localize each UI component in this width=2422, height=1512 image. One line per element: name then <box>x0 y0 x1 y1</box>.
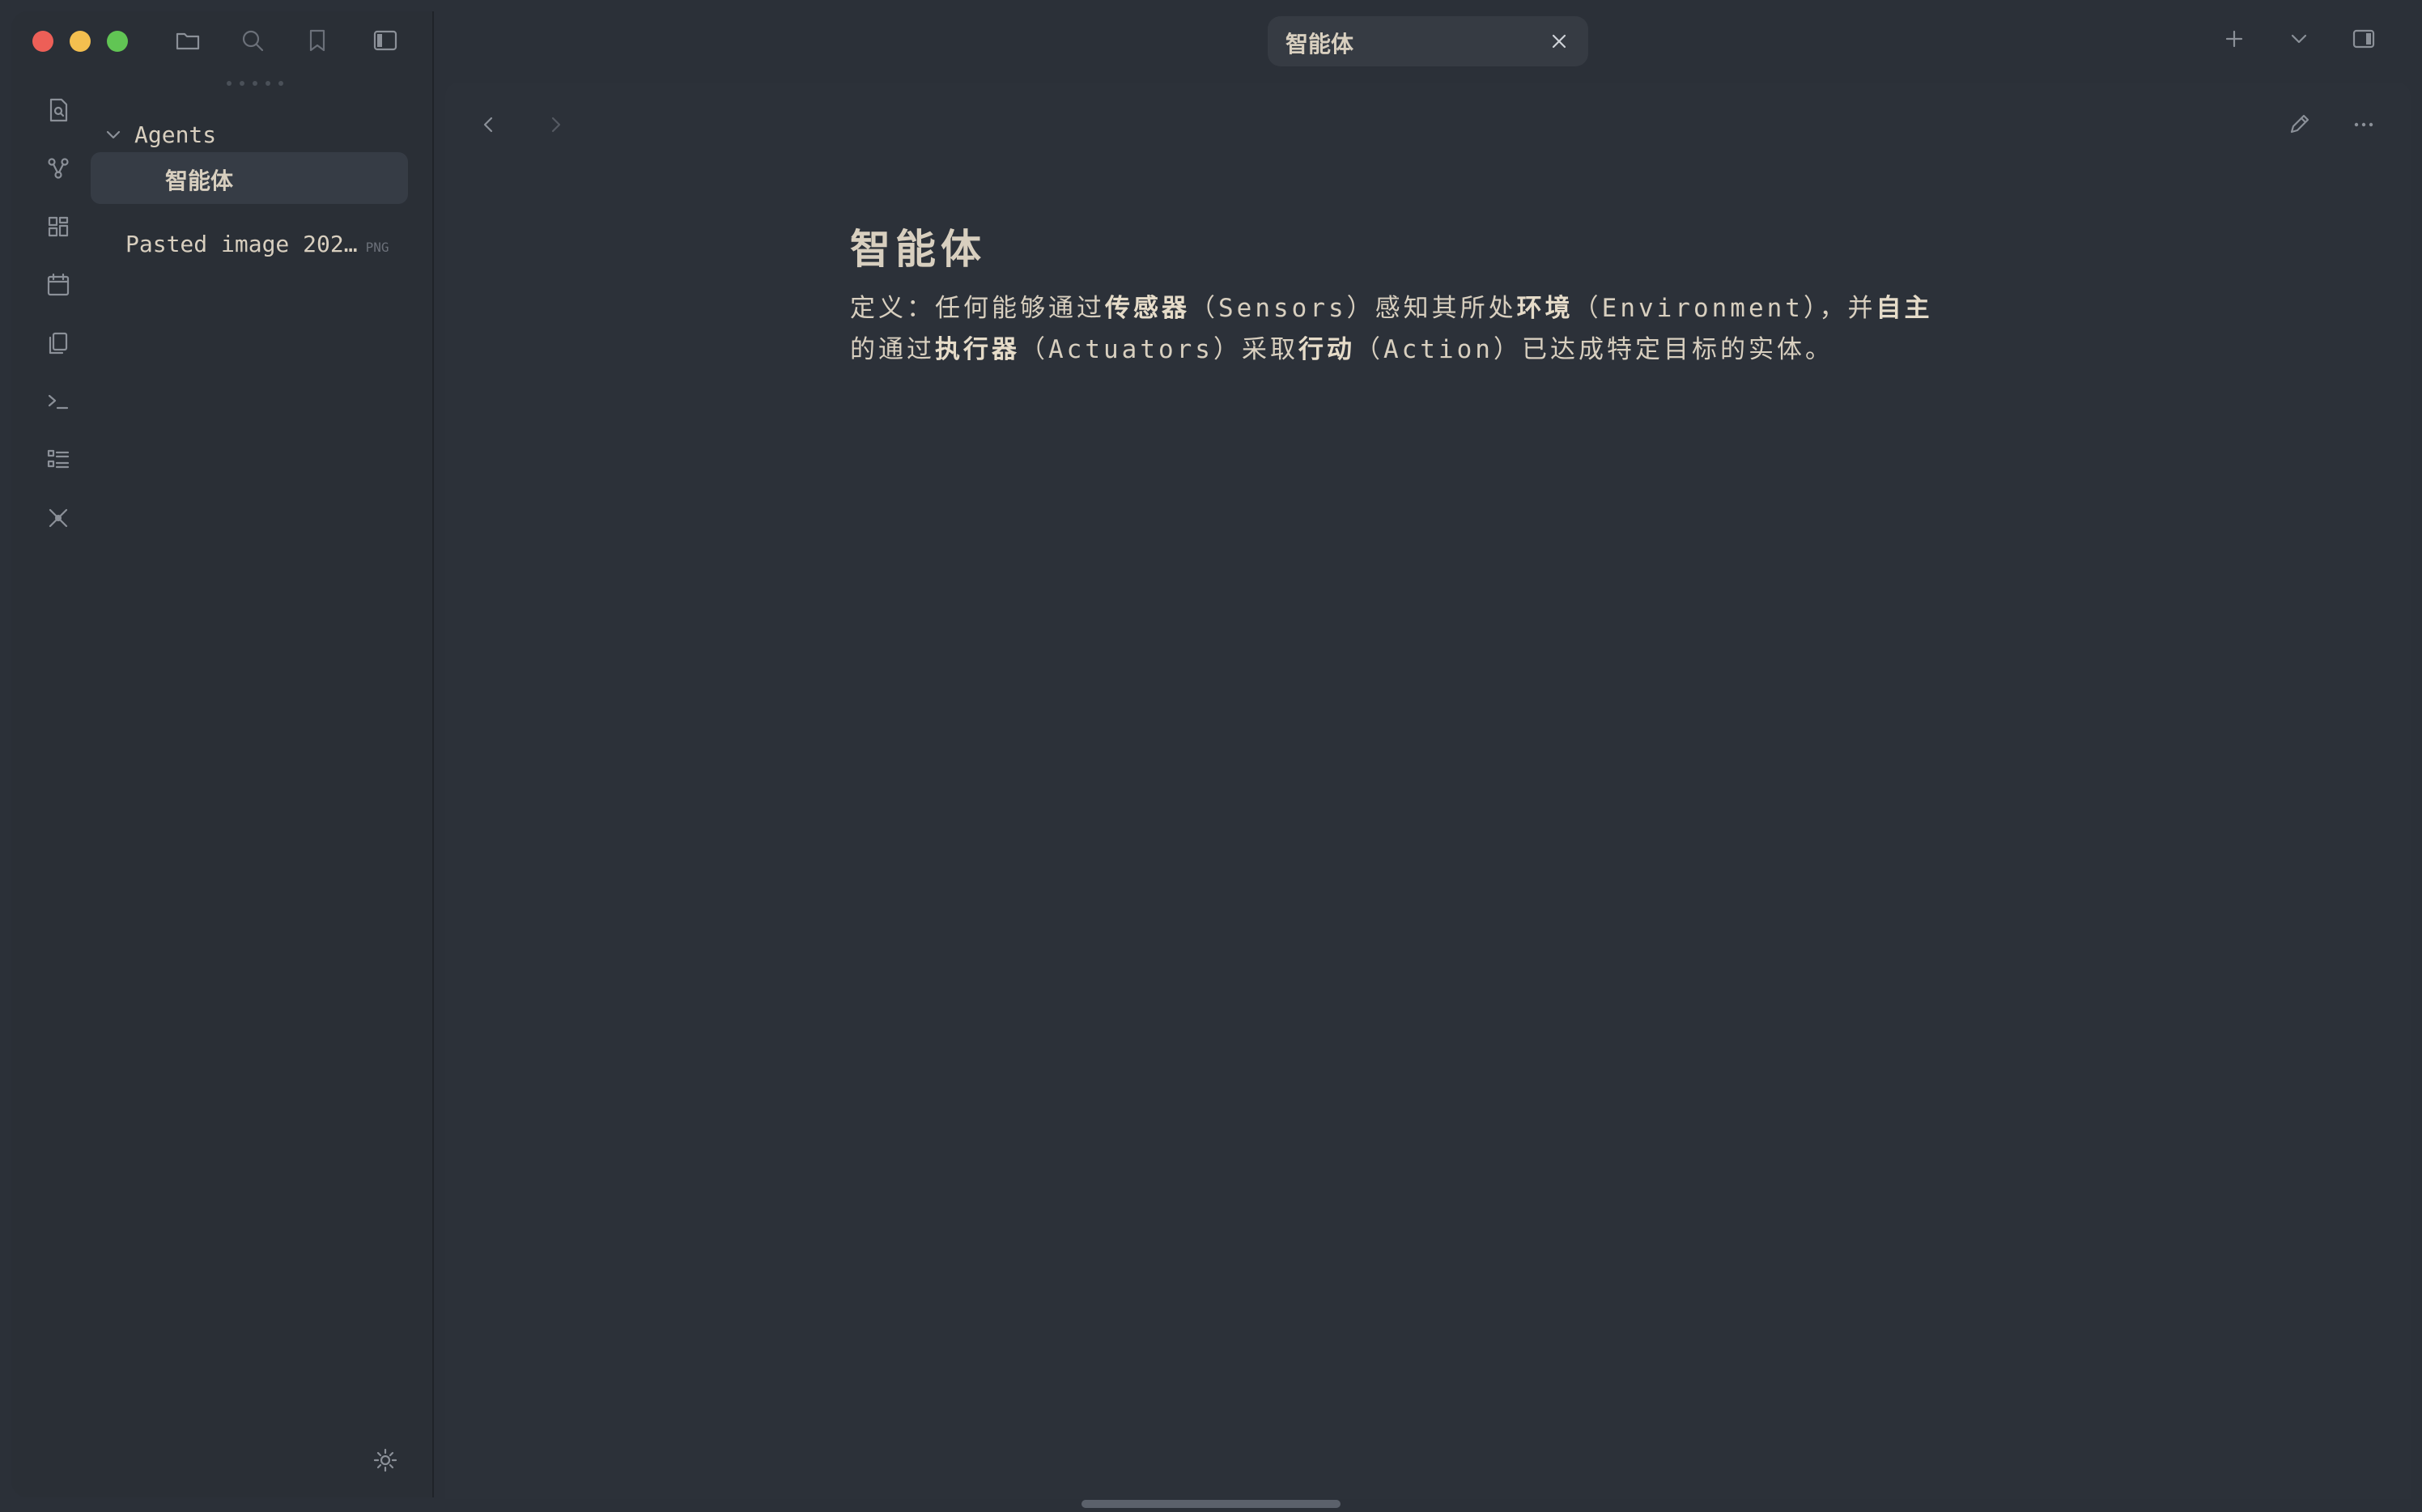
quick-switcher-icon[interactable] <box>42 94 74 126</box>
folder-icon[interactable] <box>172 24 204 57</box>
tree-item-label: 智能体 <box>165 168 234 194</box>
more-options-icon[interactable] <box>2349 110 2378 139</box>
note-title: 智能体 <box>850 226 986 273</box>
tab-title: 智能体 <box>1285 31 1354 57</box>
tree-item-label: Pasted image 202… <box>125 231 358 257</box>
horizontal-scrollbar[interactable] <box>1081 1500 1341 1508</box>
command-palette-icon[interactable] <box>42 385 74 418</box>
search-icon[interactable] <box>236 24 269 57</box>
close-window-button[interactable] <box>32 31 53 52</box>
settings-gear-icon[interactable] <box>371 1446 400 1475</box>
daily-note-icon[interactable] <box>42 269 74 301</box>
templates-icon[interactable] <box>42 327 74 359</box>
folder-label: Agents <box>134 121 217 148</box>
outline-icon[interactable] <box>42 444 74 476</box>
tree-item-pasted-image[interactable]: Pasted image 202… PNG <box>125 231 389 257</box>
zoom-window-button[interactable] <box>107 31 128 52</box>
graph-view-icon[interactable] <box>42 152 74 185</box>
tree-folder-agents[interactable]: Agents <box>104 118 216 151</box>
bookmark-icon[interactable] <box>301 24 334 57</box>
note-line-1: 定义：任何能够通过传感器（Sensors）感知其所处环境（Environment… <box>850 294 1933 323</box>
tree-item-note-active[interactable]: 智能体 <box>91 152 408 204</box>
forward-arrow-icon[interactable] <box>541 110 570 139</box>
drag-handle[interactable] <box>227 81 291 87</box>
back-arrow-icon[interactable] <box>474 110 504 139</box>
sidebar-toggle-icon[interactable] <box>369 24 402 57</box>
note-body[interactable]: 定义：任何能够通过传感器（Sensors）感知其所处环境（Environment… <box>850 288 1983 371</box>
plugin-icon[interactable] <box>42 502 74 534</box>
minimize-window-button[interactable] <box>70 31 91 52</box>
chevron-down-icon <box>104 125 123 144</box>
new-tab-icon[interactable] <box>2220 24 2249 53</box>
app-window: Agents 智能体 Pasted image 202… PNG 智能体 智能体… <box>0 0 2422 1512</box>
tab-note[interactable]: 智能体 <box>1268 16 1588 66</box>
note-line-2: 的通过执行器（Actuators）采取行动（Action）已达成特定目标的实体。 <box>850 335 1833 364</box>
right-sidebar-icon[interactable] <box>2349 24 2378 53</box>
close-icon[interactable] <box>1548 30 1570 53</box>
canvas-icon[interactable] <box>42 210 74 243</box>
edit-pencil-icon[interactable] <box>2284 110 2314 139</box>
chevron-down-icon[interactable] <box>2284 24 2314 53</box>
file-extension-badge: PNG <box>365 240 389 255</box>
